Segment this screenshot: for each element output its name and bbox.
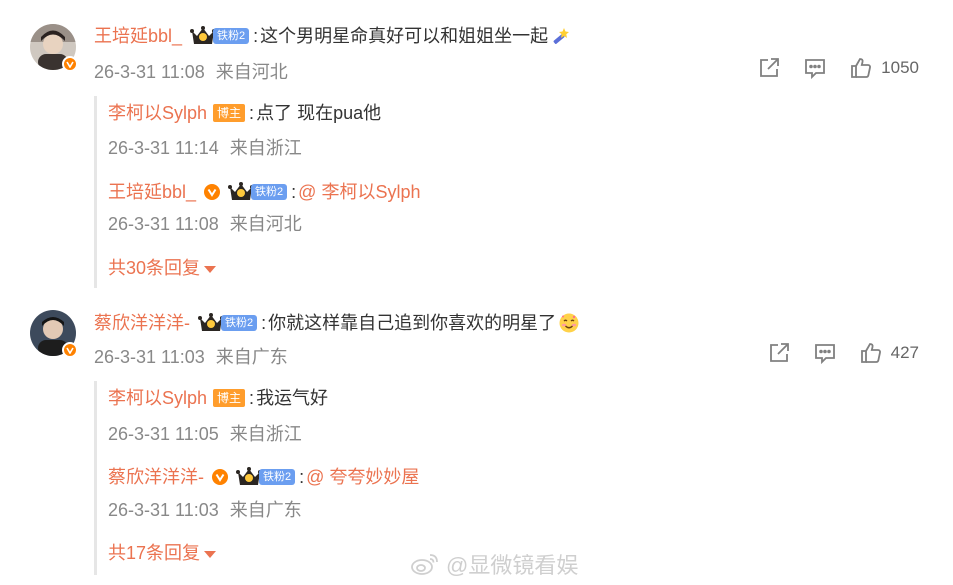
reply-username[interactable]: 王培延bbl_ xyxy=(108,180,196,204)
thumbs-up-icon xyxy=(851,58,872,78)
reply-list: 李柯以Sylph 博主 : 我运气好 26-3-31 11:05 来自浙江 蔡欣… xyxy=(94,381,917,575)
reply-location: 来自广东 xyxy=(229,500,302,520)
more-replies-label: 共17条回复 xyxy=(108,543,201,563)
reply-username[interactable]: 蔡欣洋洋洋- xyxy=(108,465,204,489)
reply-item: 蔡欣洋洋洋- 铁粉2 : @ 夸夸妙妙屋 xyxy=(108,465,420,489)
comment-body: 王培延bbl_ 铁粉2 : 这个男明星命真好可以和姐姐坐一起 xyxy=(94,24,572,48)
watermark: @显微镜看娱 xyxy=(410,548,578,580)
mention-link[interactable]: @ 夸夸妙妙屋 xyxy=(306,465,419,489)
magic-wand-icon xyxy=(553,28,570,44)
reply-meta: 26-3-31 11:03 来自广东 xyxy=(108,498,302,522)
reply-username[interactable]: 李柯以Sylph xyxy=(108,386,207,410)
fan-badge[interactable]: 铁粉2 xyxy=(228,182,288,202)
like-button[interactable]: 1050 xyxy=(849,56,919,80)
fan-level-label: 铁粉2 xyxy=(259,469,296,485)
comment-location: 来自广东 xyxy=(215,347,288,367)
caret-down-icon xyxy=(204,550,217,558)
share-icon xyxy=(760,58,780,77)
watermark-text: @显微镜看娱 xyxy=(446,553,579,578)
smiling-face-icon xyxy=(559,313,579,333)
reply-meta: 26-3-31 11:05 来自浙江 xyxy=(108,422,302,446)
more-replies-label: 共30条回复 xyxy=(108,258,201,278)
comment-location: 来自河北 xyxy=(215,62,288,82)
more-replies-link[interactable]: 共30条回复 xyxy=(108,256,217,280)
reply-meta: 26-3-31 11:08 来自河北 xyxy=(108,212,302,236)
fan-badge[interactable]: 铁粉2 xyxy=(236,467,296,487)
fan-level-label: 铁粉2 xyxy=(251,184,288,200)
host-badge: 博主 xyxy=(213,104,246,122)
verified-icon xyxy=(62,56,78,72)
fan-badge[interactable]: 铁粉2 xyxy=(198,313,258,333)
fan-level-label: 铁粉2 xyxy=(213,28,250,44)
like-count: 427 xyxy=(890,343,919,362)
reply-item: 李柯以Sylph 博主 : 点了 现在pua他 xyxy=(108,101,382,125)
comment-meta: 26-3-31 11:03 来自广东 xyxy=(94,345,288,369)
comment-username[interactable]: 蔡欣洋洋洋- xyxy=(94,311,190,335)
avatar[interactable] xyxy=(30,310,78,358)
verified-icon xyxy=(212,469,228,485)
share-icon xyxy=(769,343,789,362)
reply-list: 李柯以Sylph 博主 : 点了 现在pua他 26-3-31 11:14 来自… xyxy=(94,96,917,288)
host-badge: 博主 xyxy=(213,389,246,407)
weibo-logo-icon xyxy=(411,554,438,575)
reply-text: 我运气好 xyxy=(256,388,329,408)
share-button[interactable] xyxy=(757,56,781,80)
comment-actions: 1050 xyxy=(735,56,919,80)
reply-location: 来自浙江 xyxy=(229,138,302,158)
verified-icon xyxy=(204,184,221,200)
fan-level-label: 铁粉2 xyxy=(221,315,258,331)
comment-meta: 26-3-31 11:08 来自河北 xyxy=(94,60,288,84)
reply-time: 26-3-31 11:08 xyxy=(108,214,219,234)
comment-time: 26-3-31 11:08 xyxy=(94,62,205,82)
reply-item: 李柯以Sylph 博主 : 我运气好 xyxy=(108,386,329,410)
reply-button[interactable] xyxy=(803,56,827,80)
reply-time: 26-3-31 11:14 xyxy=(108,138,219,158)
reply-location: 来自浙江 xyxy=(229,424,302,444)
fan-badge[interactable]: 铁粉2 xyxy=(190,26,250,46)
reply-time: 26-3-31 11:03 xyxy=(108,500,219,520)
reply-time: 26-3-31 11:05 xyxy=(108,424,219,444)
share-button[interactable] xyxy=(767,341,791,365)
comment-time: 26-3-31 11:03 xyxy=(94,347,205,367)
reply-location: 来自河北 xyxy=(229,214,302,234)
verified-icon xyxy=(62,342,78,358)
comment-icon xyxy=(805,59,826,80)
like-button[interactable]: 427 xyxy=(859,341,919,365)
reply-text: 点了 现在pua他 xyxy=(256,103,382,123)
comment-body: 蔡欣洋洋洋- 铁粉2 : 你就这样靠自己追到你喜欢的明星了 xyxy=(94,311,580,335)
reply-meta: 26-3-31 11:14 来自浙江 xyxy=(108,136,302,160)
avatar[interactable] xyxy=(30,24,78,72)
reply-item: 王培延bbl_ 铁粉2 : @ 李柯以Sylph xyxy=(108,180,421,204)
comment-actions: 427 xyxy=(745,341,919,365)
comment-text: 这个男明星命真好可以和姐姐坐一起 xyxy=(260,26,549,46)
like-count: 1050 xyxy=(881,58,919,77)
caret-down-icon xyxy=(204,265,217,273)
thumbs-up-icon xyxy=(860,343,881,363)
comment-text: 你就这样靠自己追到你喜欢的明星了 xyxy=(268,313,557,333)
mention-link[interactable]: @ 李柯以Sylph xyxy=(298,180,420,204)
comment-icon xyxy=(814,344,835,365)
more-replies-link[interactable]: 共17条回复 xyxy=(108,541,217,565)
reply-username[interactable]: 李柯以Sylph xyxy=(108,101,207,125)
comment-username[interactable]: 王培延bbl_ xyxy=(94,24,182,48)
reply-button[interactable] xyxy=(813,341,837,365)
